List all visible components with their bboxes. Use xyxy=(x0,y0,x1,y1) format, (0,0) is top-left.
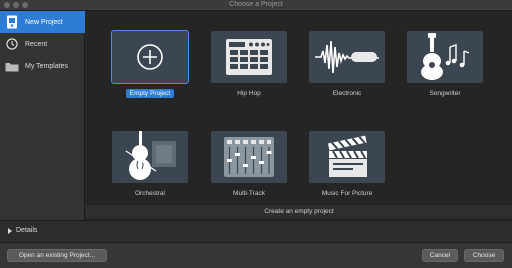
recent-clock-icon xyxy=(5,37,19,51)
template-empty-project[interactable] xyxy=(111,30,189,84)
template-description: Create an empty project xyxy=(86,204,512,218)
template-label: Electronic xyxy=(332,90,362,97)
template-label: Music For Picture xyxy=(321,190,373,197)
sidebar-item-my-templates[interactable]: My Templates xyxy=(0,55,85,77)
template-songwriter[interactable] xyxy=(407,31,483,83)
template-grid: Empty Project Hip Hop Electronic Songwri… xyxy=(86,11,512,220)
sidebar-item-recent[interactable]: Recent xyxy=(0,33,85,55)
drum-machine-icon xyxy=(226,39,272,75)
sidebar-item-label: Recent xyxy=(25,40,48,48)
cello-icon xyxy=(125,131,176,180)
project-file-icon xyxy=(5,15,19,29)
folder-icon xyxy=(5,59,19,73)
template-electronic[interactable] xyxy=(309,31,385,83)
bottom-bar: Open an existing Project... Cancel Choos… xyxy=(0,242,512,268)
cancel-button[interactable]: Cancel xyxy=(422,249,458,262)
template-label: Multi-Track xyxy=(233,190,265,197)
template-label: Hip Hop xyxy=(237,90,261,97)
details-disclosure[interactable]: Details xyxy=(0,220,512,242)
title-bar: Choose a Project xyxy=(0,0,512,11)
clapperboard-icon xyxy=(328,135,367,177)
template-music-for-picture[interactable] xyxy=(309,131,385,183)
waveform-icon xyxy=(315,40,379,74)
template-label: Empty Project xyxy=(105,89,195,98)
sidebar-item-new-project[interactable]: New Project xyxy=(0,11,85,33)
sidebar-item-label: My Templates xyxy=(25,62,69,70)
template-multi-track[interactable] xyxy=(211,131,287,183)
template-orchestral[interactable] xyxy=(112,131,188,183)
template-label: Orchestral xyxy=(135,190,165,197)
choose-button[interactable]: Choose xyxy=(464,249,504,262)
sidebar-item-label: New Project xyxy=(25,18,63,26)
disclosure-triangle-icon xyxy=(8,228,12,234)
details-label: Details xyxy=(16,227,38,234)
window-title: Choose a Project xyxy=(229,1,283,8)
sidebar: New Project Recent My Templates xyxy=(0,11,85,220)
guitar-notes-icon xyxy=(421,33,470,80)
mixer-icon xyxy=(224,137,274,177)
template-label: Songwriter xyxy=(429,90,461,97)
template-hip-hop[interactable] xyxy=(211,31,287,83)
open-existing-project-button[interactable]: Open an existing Project... xyxy=(7,249,107,262)
plus-circle-icon xyxy=(137,44,163,70)
